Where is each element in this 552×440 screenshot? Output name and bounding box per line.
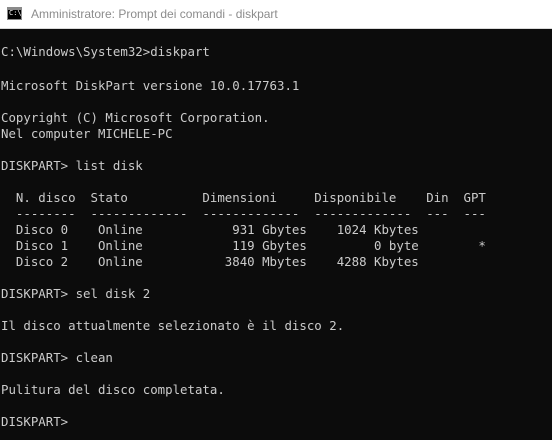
console-line-clean-done: Pulitura del disco completata. [1, 382, 225, 397]
cmd-icon: C:\_ [7, 7, 26, 20]
console-line-copyright: Copyright (C) Microsoft Corporation. [1, 110, 270, 125]
disk-table-row: Disco 0 Online 931 Gbytes 1024 Kbytes [1, 222, 419, 237]
disk-table-row: Disco 2 Online 3840 Mbytes 4288 Kbytes [1, 254, 419, 269]
disk-table-separator: -------- ------------- ------------- ---… [1, 206, 486, 221]
console-current-prompt[interactable]: DISKPART> [1, 414, 68, 430]
disk-table-header: N. disco Stato Dimensioni Disponibile Di… [1, 190, 486, 205]
console-line-prompt: DISKPART> list disk [1, 158, 143, 173]
console-line-prompt: DISKPART> clean [1, 350, 113, 365]
window-title: Amministratore: Prompt dei comandi - dis… [31, 7, 278, 21]
disk-table-row: Disco 1 Online 119 Gbytes 0 byte * [1, 238, 486, 253]
console-output[interactable]: C:\Windows\System32>diskpart Microsoft D… [0, 29, 552, 440]
console-line-version: Microsoft DiskPart versione 10.0.17763.1 [1, 78, 300, 93]
console-line-prompt: DISKPART> sel disk 2 [1, 286, 151, 301]
title-bar[interactable]: C:\_ Amministratore: Prompt dei comandi … [0, 0, 552, 29]
console-line-command: C:\Windows\System32>diskpart [1, 44, 210, 59]
console-line-selected: Il disco attualmente selezionato è il di… [1, 318, 345, 333]
console-line-computer: Nel computer MICHELE-PC [1, 126, 173, 141]
command-prompt-window: C:\_ Amministratore: Prompt dei comandi … [0, 0, 552, 440]
